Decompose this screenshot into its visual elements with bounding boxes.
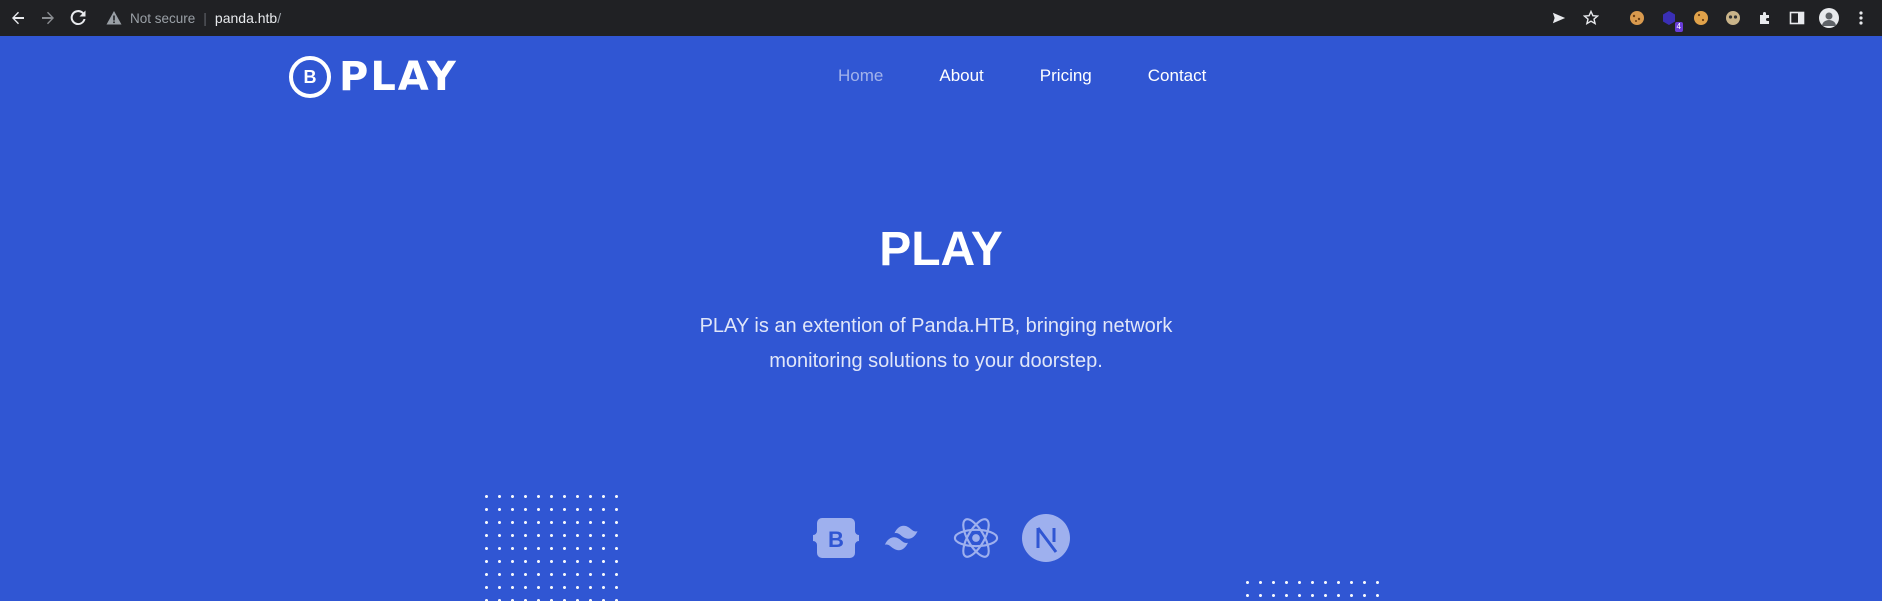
nav-home[interactable]: Home <box>838 66 883 86</box>
cookie-icon <box>1630 11 1644 25</box>
main-nav: Home About Pricing Contact <box>838 66 1262 86</box>
hero-title: PLAY <box>879 223 1003 276</box>
reload-icon <box>70 10 86 26</box>
site-header: B PLAY Home About Pricing Contact <box>0 36 1882 114</box>
nav-about[interactable]: About <box>939 66 983 86</box>
security-status[interactable]: Not secure <box>130 11 195 26</box>
back-button[interactable] <box>6 6 30 30</box>
decorative-dots-left <box>480 490 623 601</box>
reload-button[interactable] <box>66 6 90 30</box>
side-panel-icon <box>1789 11 1805 25</box>
extension-badge-button[interactable]: 4 <box>1658 7 1683 32</box>
puzzle-icon <box>1760 12 1769 24</box>
page-content: B PLAY Home About Pricing Contact PLAY P… <box>0 36 1882 601</box>
extension-cookie-button[interactable] <box>1626 7 1648 29</box>
logo-badge: B <box>289 56 331 98</box>
nextjs-icon <box>1022 514 1070 562</box>
react-icon <box>952 514 1000 562</box>
decorative-dots-right <box>1241 576 1384 601</box>
nav-pricing[interactable]: Pricing <box>1040 66 1092 86</box>
bookmark-button[interactable] <box>1580 7 1602 29</box>
side-panel-button[interactable] <box>1786 7 1808 29</box>
svg-text:B: B <box>828 527 844 552</box>
send-button[interactable] <box>1548 7 1570 29</box>
menu-button[interactable] <box>1850 7 1872 29</box>
person-icon <box>1822 12 1836 26</box>
logo-text: PLAY <box>339 54 458 100</box>
warning-icon <box>106 11 122 25</box>
address-bar[interactable]: Not secure | panda.htb / <box>96 4 1556 32</box>
toolbar-actions: 4 <box>1548 0 1872 36</box>
extensions-button[interactable] <box>1754 7 1776 29</box>
hero-description: PLAY is an extention of Panda.HTB, bring… <box>699 315 1173 372</box>
logo-letter: B <box>303 66 317 87</box>
star-icon <box>1583 10 1599 26</box>
extension-face-button[interactable] <box>1722 7 1744 29</box>
forward-arrow-icon <box>42 11 54 25</box>
face-icon <box>1726 11 1740 25</box>
url-host: panda.htb <box>214 10 278 26</box>
cookie-icon <box>1694 11 1708 25</box>
browser-toolbar: Not secure | panda.htb / 4 <box>0 0 1882 36</box>
tech-icons: B <box>812 514 1070 562</box>
tailwind-icon <box>882 514 930 562</box>
site-logo[interactable]: B PLAY <box>289 54 458 100</box>
url-separator: | <box>203 10 207 26</box>
more-vertical-icon <box>1859 11 1863 25</box>
bootstrap-icon: B <box>812 514 860 562</box>
send-icon <box>1552 12 1566 24</box>
nav-contact[interactable]: Contact <box>1148 66 1207 86</box>
forward-button[interactable] <box>36 6 60 30</box>
url-path: / <box>277 10 282 26</box>
page-bottom <box>0 601 1882 607</box>
extension-cookie2-button[interactable] <box>1690 7 1712 29</box>
extension-badge-count: 4 <box>1674 22 1683 32</box>
profile-button[interactable] <box>1818 7 1840 29</box>
avatar <box>1819 8 1839 28</box>
back-arrow-icon <box>12 11 24 25</box>
